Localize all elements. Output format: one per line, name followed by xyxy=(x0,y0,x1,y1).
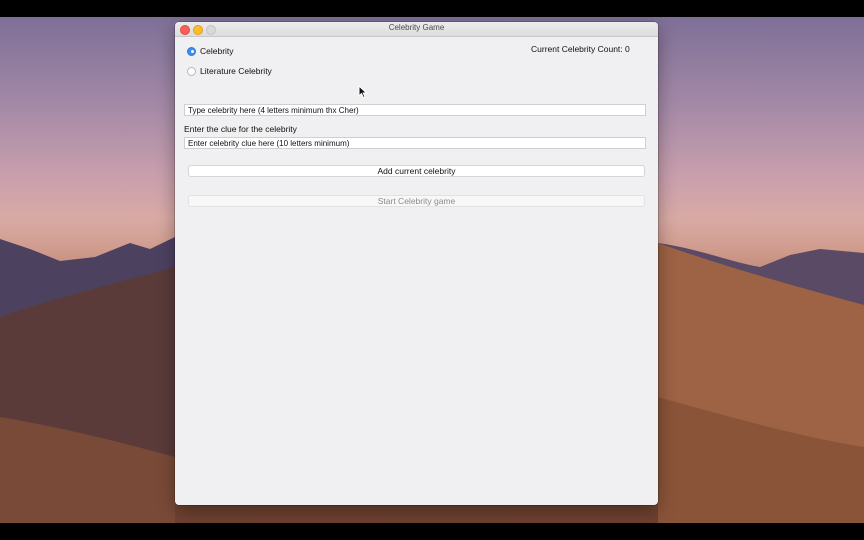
mouse-pointer-icon xyxy=(358,85,368,99)
celebrity-clue-field[interactable]: Enter celebrity clue here (10 letters mi… xyxy=(184,137,646,149)
radio-unselected-icon[interactable] xyxy=(187,66,196,76)
app-window: Celebrity Game Celebrity Literature Cele… xyxy=(175,22,658,505)
window-title: Celebrity Game xyxy=(388,23,445,32)
radio-celebrity[interactable]: Celebrity xyxy=(187,46,234,56)
start-game-button[interactable]: Start Celebrity game xyxy=(188,195,645,207)
radio-celebrity-label: Celebrity xyxy=(200,46,234,56)
radio-literature-celebrity-label: Literature Celebrity xyxy=(200,66,272,76)
title-bar[interactable]: Celebrity Game xyxy=(175,22,658,37)
celebrity-name-field[interactable]: Type celebrity here (4 letters minimum t… xyxy=(184,104,646,116)
celebrity-count-label: Current Celebrity Count: 0 xyxy=(531,44,630,54)
add-celebrity-button[interactable]: Add current celebrity xyxy=(188,165,645,177)
radio-selected-icon[interactable] xyxy=(187,46,196,56)
clue-label: Enter the clue for the celebrity xyxy=(184,124,297,134)
radio-literature-celebrity[interactable]: Literature Celebrity xyxy=(187,66,272,76)
